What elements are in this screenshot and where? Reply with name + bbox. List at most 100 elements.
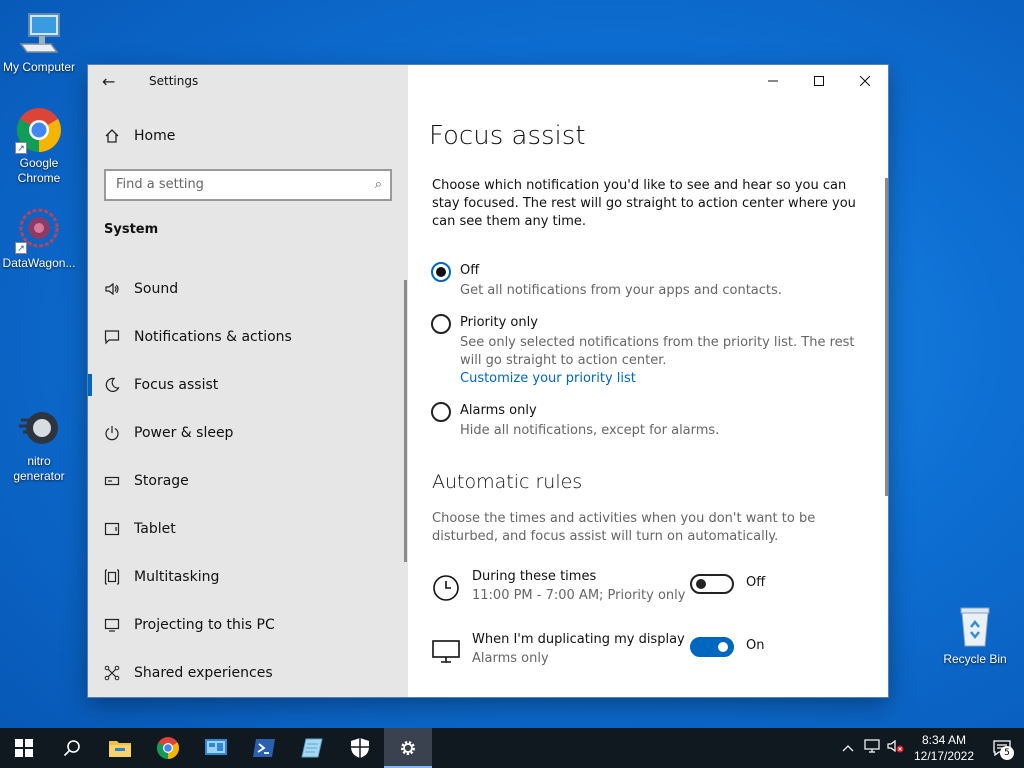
rule-during-these-times[interactable]: During these times 11:00 PM - 7:00 AM; P… <box>432 568 872 608</box>
multitasking-icon <box>88 569 134 585</box>
nav-item-multitasking[interactable]: Multitasking <box>88 553 406 601</box>
moon-icon <box>88 377 134 393</box>
rule-duplicating-display[interactable]: When I'm duplicating my display Alarms o… <box>432 631 872 671</box>
taskbar-settings[interactable] <box>384 728 432 768</box>
nav-item-label: Notifications & actions <box>134 329 292 345</box>
shortcut-arrow-icon: ↗ <box>15 142 27 154</box>
storage-icon <box>88 473 134 489</box>
clock[interactable]: 8:34 AM 12/17/2022 <box>908 732 980 764</box>
desktop-icon-my-computer[interactable]: My Computer <box>0 10 78 75</box>
desktop-icon-label: nitro generator <box>13 454 65 483</box>
clock-date: 12/17/2022 <box>913 749 975 763</box>
desktop-icon-nitro[interactable]: nitro generator <box>0 404 78 484</box>
radio-option-alarms-only[interactable]: Alarms only Hide all notifications, exce… <box>431 402 871 440</box>
nav-item-label: Projecting to this PC <box>134 617 275 633</box>
computer-icon <box>15 10 63 58</box>
volume-muted-icon[interactable] <box>884 739 908 757</box>
nav-item-power-sleep[interactable]: Power & sleep <box>88 409 406 457</box>
datawagon-icon: ↗ <box>15 206 63 254</box>
content-scrollbar[interactable] <box>885 178 888 496</box>
shield-icon <box>351 738 369 758</box>
section-label: System <box>104 222 159 237</box>
nav-item-projecting[interactable]: Projecting to this PC <box>88 601 406 649</box>
nav-item-tablet[interactable]: Tablet <box>88 505 406 553</box>
intro-text: Choose which notification you'd like to … <box>432 178 856 229</box>
action-center-button[interactable]: 5 <box>980 740 1024 760</box>
radio-description: Hide all notifications, except for alarm… <box>460 423 720 438</box>
taskbar-server-manager[interactable] <box>192 728 240 768</box>
page-title: Focus assist <box>429 121 586 151</box>
gear-icon <box>401 741 415 755</box>
desktop-icon-label: DataWagon... <box>2 256 76 270</box>
minimize-button[interactable] <box>750 65 796 97</box>
close-button[interactable] <box>842 65 888 97</box>
toggle-switch[interactable] <box>690 574 734 594</box>
taskbar: 8:34 AM 12/17/2022 5 <box>0 728 1024 768</box>
nav-item-notifications[interactable]: Notifications & actions <box>88 313 406 361</box>
toggle-state-label: On <box>746 638 765 653</box>
radio-option-off[interactable]: Off Get all notifications from your apps… <box>431 262 871 300</box>
network-icon[interactable] <box>860 739 884 757</box>
title-bar: ← Settings <box>88 65 408 97</box>
desktop-icon-chrome[interactable]: ↗ Google Chrome <box>0 106 78 186</box>
nav-item-focus-assist[interactable]: Focus assist <box>88 361 406 409</box>
chrome-icon: ↗ <box>15 106 63 154</box>
home-link[interactable]: Home <box>104 128 175 144</box>
nav-item-label: Multitasking <box>134 569 220 585</box>
customize-priority-link[interactable]: Customize your priority list <box>460 370 871 388</box>
shortcut-arrow-icon: ↗ <box>15 242 27 254</box>
nav-pane: ← Settings Home Find a setting ⌕ System … <box>88 65 408 697</box>
radio-option-priority-only[interactable]: Priority only See only selected notifica… <box>431 314 871 388</box>
search-input[interactable]: Find a setting ⌕ <box>104 169 392 201</box>
taskbar-powershell[interactable] <box>240 728 288 768</box>
rule-subtitle: 11:00 PM - 7:00 AM; Priority only <box>472 588 686 603</box>
radio-description: Get all notifications from your apps and… <box>460 283 782 298</box>
taskbar-file-explorer[interactable] <box>96 728 144 768</box>
radio-button[interactable] <box>431 262 451 282</box>
power-icon <box>88 425 134 441</box>
radio-button[interactable] <box>431 402 451 422</box>
nav-item-sound[interactable]: Sound <box>88 265 406 313</box>
start-button[interactable] <box>0 728 48 768</box>
nav-item-label: Focus assist <box>134 377 219 393</box>
settings-window: ← Settings Home Find a setting ⌕ System … <box>88 65 888 697</box>
search-placeholder: Find a setting <box>116 177 204 192</box>
chrome-icon <box>157 737 179 759</box>
rules-heading: Automatic rules <box>432 471 583 493</box>
notepad-icon <box>301 738 323 758</box>
taskbar-search-button[interactable] <box>48 728 96 768</box>
toggle-switch[interactable] <box>690 637 734 657</box>
taskbar-chrome[interactable] <box>144 728 192 768</box>
desktop-icon-label: Recycle Bin <box>943 652 1007 666</box>
nav-item-shared-experiences[interactable]: Shared experiences <box>88 649 406 697</box>
minimize-icon <box>768 80 778 82</box>
search-icon <box>63 740 80 757</box>
chevron-up-icon[interactable] <box>836 741 860 756</box>
desktop-icon-recycle-bin[interactable]: Recycle Bin <box>936 602 1014 667</box>
maximize-button[interactable] <box>796 65 842 97</box>
projecting-icon <box>88 617 134 633</box>
rule-subtitle: Alarms only <box>472 651 549 666</box>
rule-title: During these times <box>472 569 597 584</box>
radio-label: Off <box>460 263 480 278</box>
recycle-bin-icon <box>951 602 999 650</box>
nav-item-storage[interactable]: Storage <box>88 457 406 505</box>
rules-description: Choose the times and activities when you… <box>432 511 816 544</box>
speaker-icon <box>88 281 134 297</box>
window-title: Settings <box>149 74 199 88</box>
folder-icon <box>109 741 131 757</box>
home-icon <box>105 129 119 143</box>
radio-label: Alarms only <box>460 403 537 418</box>
nitro-icon <box>15 404 63 452</box>
taskbar-notepad[interactable] <box>288 728 336 768</box>
powershell-icon <box>253 739 275 757</box>
notification-count-badge: 5 <box>1000 746 1014 760</box>
radio-button[interactable] <box>431 314 451 334</box>
nav-item-label: Sound <box>134 281 179 297</box>
back-arrow-icon[interactable]: ← <box>102 72 115 91</box>
taskbar-security[interactable] <box>336 728 384 768</box>
server-manager-icon <box>205 739 227 755</box>
desktop-icon-datawagon[interactable]: ↗ DataWagon... <box>0 206 78 271</box>
clock-time: 8:34 AM <box>921 733 967 747</box>
nav-scrollbar[interactable] <box>404 280 407 562</box>
